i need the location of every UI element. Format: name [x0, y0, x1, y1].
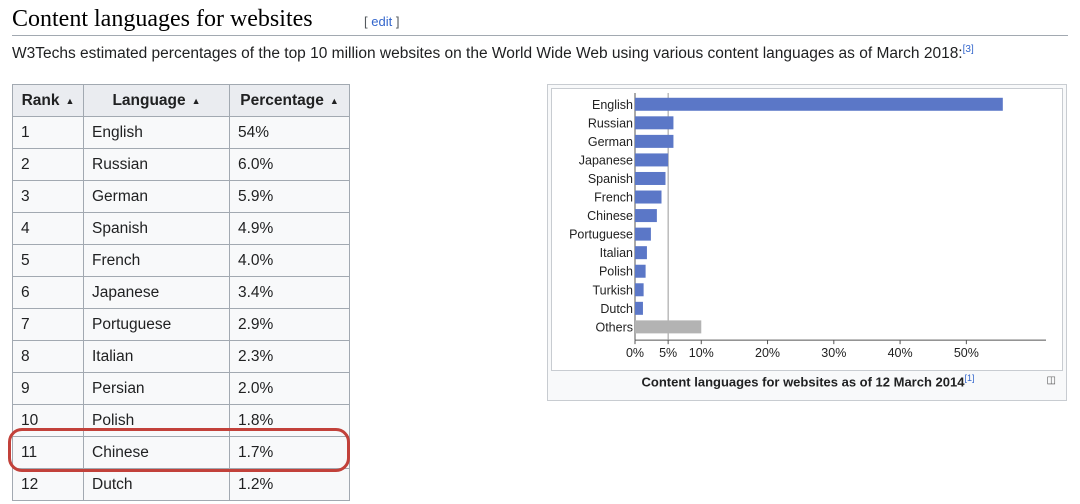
rank-header-label: Rank — [21, 91, 60, 109]
x-tick-label: 0% — [626, 346, 644, 360]
bar — [635, 134, 674, 148]
section-title: Content languages for websites — [12, 6, 313, 32]
edit-section: [ edit ] — [364, 14, 399, 29]
chart-caption: Content languages for websites as of 12 … — [548, 373, 1068, 389]
sort-icon[interactable]: ▲︎ — [65, 96, 74, 106]
rank-cell: 3 — [12, 180, 84, 213]
bar — [635, 320, 702, 334]
language-link[interactable]: German — [83, 180, 230, 213]
rank-cell: 6 — [12, 276, 84, 309]
category-label: Polish — [599, 265, 633, 279]
language-link[interactable]: English — [83, 116, 230, 149]
section-heading: Content languages for websites [ edit ] — [12, 4, 1068, 36]
bar — [635, 116, 674, 130]
language-link[interactable]: Italian — [83, 340, 230, 373]
table-row: 7 Portuguese 2.9% — [12, 308, 350, 341]
category-label: English — [592, 98, 633, 112]
bar — [635, 301, 643, 315]
edit-link[interactable]: edit — [371, 14, 392, 29]
sort-icon[interactable]: ▲︎ — [330, 96, 339, 106]
category-label: Chinese — [587, 209, 633, 223]
category-label: French — [594, 191, 633, 205]
percentage-header-label: Percentage — [240, 91, 324, 109]
table-row: 12 Dutch 1.2% — [12, 468, 350, 501]
percentage-cell: 2.0% — [229, 372, 350, 405]
language-link[interactable]: French — [83, 244, 230, 277]
language-column-header[interactable]: Language ▲︎ — [83, 84, 230, 117]
category-label: Turkish — [592, 283, 633, 297]
intro-paragraph: W3Techs estimated percentages of the top… — [12, 44, 974, 63]
sort-icon[interactable]: ▲︎ — [192, 96, 201, 106]
category-label: Spanish — [588, 172, 633, 186]
rank-cell: 2 — [12, 148, 84, 181]
bar — [635, 246, 647, 260]
edit-bracket-close: ] — [392, 14, 400, 29]
table-row: 8 Italian 2.3% — [12, 340, 350, 373]
bar — [635, 209, 657, 223]
bar — [635, 97, 1003, 111]
category-label: Portuguese — [569, 228, 633, 242]
category-label: Russian — [588, 116, 633, 130]
category-label: Italian — [600, 246, 633, 260]
bar-chart: English Russian German Japanese Spanish Frenc… — [569, 93, 1046, 360]
table-header-row: Rank ▲︎ Language ▲︎ Percentage ▲︎ — [12, 84, 350, 117]
rank-cell: 1 — [12, 116, 84, 149]
percentage-cell: 2.9% — [229, 308, 350, 341]
rank-cell: 7 — [12, 308, 84, 341]
language-header-label: Language — [112, 91, 186, 109]
rank-cell: 8 — [12, 340, 84, 373]
rank-cell: 4 — [12, 212, 84, 245]
language-link[interactable]: Spanish — [83, 212, 230, 245]
chart-figure: English Russian German Japanese Spanish Frenc… — [547, 84, 1067, 401]
bar — [635, 227, 651, 241]
table-row: 2 Russian 6.0% — [12, 148, 350, 181]
x-tick-label: 40% — [888, 346, 913, 360]
chart-caption-text: Content languages for websites as of 12 … — [641, 374, 965, 390]
rank-cell: 9 — [12, 372, 84, 405]
table-row: 5 French 4.0% — [12, 244, 350, 277]
percentage-cell: 5.9% — [229, 180, 350, 213]
x-tick-label: 50% — [954, 346, 979, 360]
intro-text: W3Techs estimated percentages of the top… — [12, 45, 963, 63]
x-tick-label: 20% — [755, 346, 780, 360]
language-link[interactable]: Persian — [83, 372, 230, 405]
rank-column-header[interactable]: Rank ▲︎ — [12, 84, 84, 117]
category-label: Others — [595, 320, 633, 334]
magnify-icon[interactable]: ◫ — [1047, 375, 1056, 386]
language-link[interactable]: Japanese — [83, 276, 230, 309]
percentage-cell: 4.0% — [229, 244, 350, 277]
language-link[interactable]: Russian — [83, 148, 230, 181]
bar — [635, 153, 669, 167]
category-label: Dutch — [600, 302, 633, 316]
table-row: 4 Spanish 4.9% — [12, 212, 350, 245]
x-tick-label: 5% — [659, 346, 677, 360]
category-label: German — [588, 135, 633, 149]
language-link[interactable]: Portuguese — [83, 308, 230, 341]
percentage-cell: 1.2% — [229, 468, 350, 501]
percentage-cell: 2.3% — [229, 340, 350, 373]
table-row: 1 English 54% — [12, 116, 350, 149]
bar — [635, 264, 646, 278]
percentage-column-header[interactable]: Percentage ▲︎ — [229, 84, 350, 117]
highlight-circle — [8, 428, 350, 472]
percentage-cell: 3.4% — [229, 276, 350, 309]
x-tick-label: 30% — [821, 346, 846, 360]
chart-frame: English Russian German Japanese Spanish Frenc… — [551, 88, 1063, 371]
bar — [635, 190, 662, 204]
rank-cell: 12 — [12, 468, 84, 501]
percentage-cell: 6.0% — [229, 148, 350, 181]
bar — [635, 171, 666, 185]
rank-cell: 5 — [12, 244, 84, 277]
x-tick-label: 10% — [689, 346, 714, 360]
table-row: 3 German 5.9% — [12, 180, 350, 213]
category-label: Japanese — [579, 153, 633, 167]
table-row: 9 Persian 2.0% — [12, 372, 350, 405]
bar — [635, 283, 644, 297]
caption-reference-link[interactable]: [1] — [964, 373, 974, 383]
percentage-cell: 4.9% — [229, 212, 350, 245]
language-link[interactable]: Dutch — [83, 468, 230, 501]
intro-reference-link[interactable]: [3] — [963, 44, 974, 55]
table-row: 6 Japanese 3.4% — [12, 276, 350, 309]
percentage-cell: 54% — [229, 116, 350, 149]
